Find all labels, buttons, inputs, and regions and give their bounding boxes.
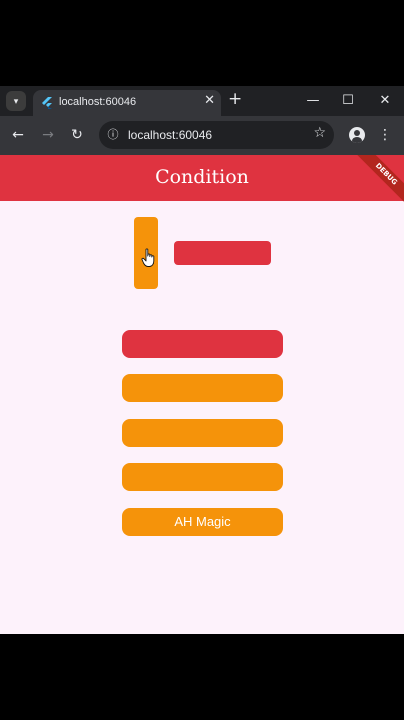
condition-button-3[interactable] bbox=[122, 419, 283, 447]
close-icon[interactable]: ✕ bbox=[204, 93, 215, 108]
address-bar[interactable]: ⓘ localhost:60046 ☆ bbox=[99, 121, 334, 149]
condition-button-2[interactable] bbox=[122, 374, 283, 402]
browser-toolbar: ← → ↻ ⓘ localhost:60046 ☆ ⋮ bbox=[0, 116, 404, 155]
page-title: Condition bbox=[155, 166, 249, 188]
plus-icon[interactable]: + bbox=[228, 89, 242, 109]
url-text: localhost:60046 bbox=[128, 128, 213, 142]
close-window-icon[interactable]: ✕ bbox=[374, 90, 396, 112]
reload-icon[interactable]: ↻ bbox=[66, 124, 88, 146]
flutter-favicon-icon bbox=[42, 97, 52, 109]
condition-button-4[interactable] bbox=[122, 463, 283, 491]
maximize-icon[interactable]: ☐ bbox=[337, 90, 359, 112]
minimize-icon[interactable]: — bbox=[302, 90, 324, 112]
arrow-right-icon[interactable]: → bbox=[37, 124, 59, 146]
hand-cursor-icon bbox=[141, 248, 155, 267]
condition-button-1[interactable] bbox=[122, 330, 283, 358]
app-bar: Condition bbox=[0, 155, 404, 201]
app-viewport: Condition DEBUG AH Magic bbox=[0, 155, 404, 634]
site-info-icon[interactable]: ⓘ bbox=[105, 127, 121, 143]
red-horizontal-box[interactable] bbox=[174, 241, 271, 265]
chevron-down-icon[interactable]: ▾ bbox=[6, 91, 26, 111]
arrow-left-icon[interactable]: ← bbox=[7, 124, 29, 146]
browser-tab[interactable]: localhost:60046 ✕ bbox=[33, 90, 221, 116]
browser-tab-strip: ▾ localhost:60046 ✕ + — ☐ ✕ bbox=[0, 86, 404, 116]
profile-icon[interactable] bbox=[349, 127, 365, 143]
ah-magic-button[interactable]: AH Magic bbox=[122, 508, 283, 536]
kebab-menu-icon[interactable]: ⋮ bbox=[377, 124, 393, 146]
star-icon[interactable]: ☆ bbox=[313, 125, 326, 141]
tab-title: localhost:60046 bbox=[59, 96, 137, 108]
